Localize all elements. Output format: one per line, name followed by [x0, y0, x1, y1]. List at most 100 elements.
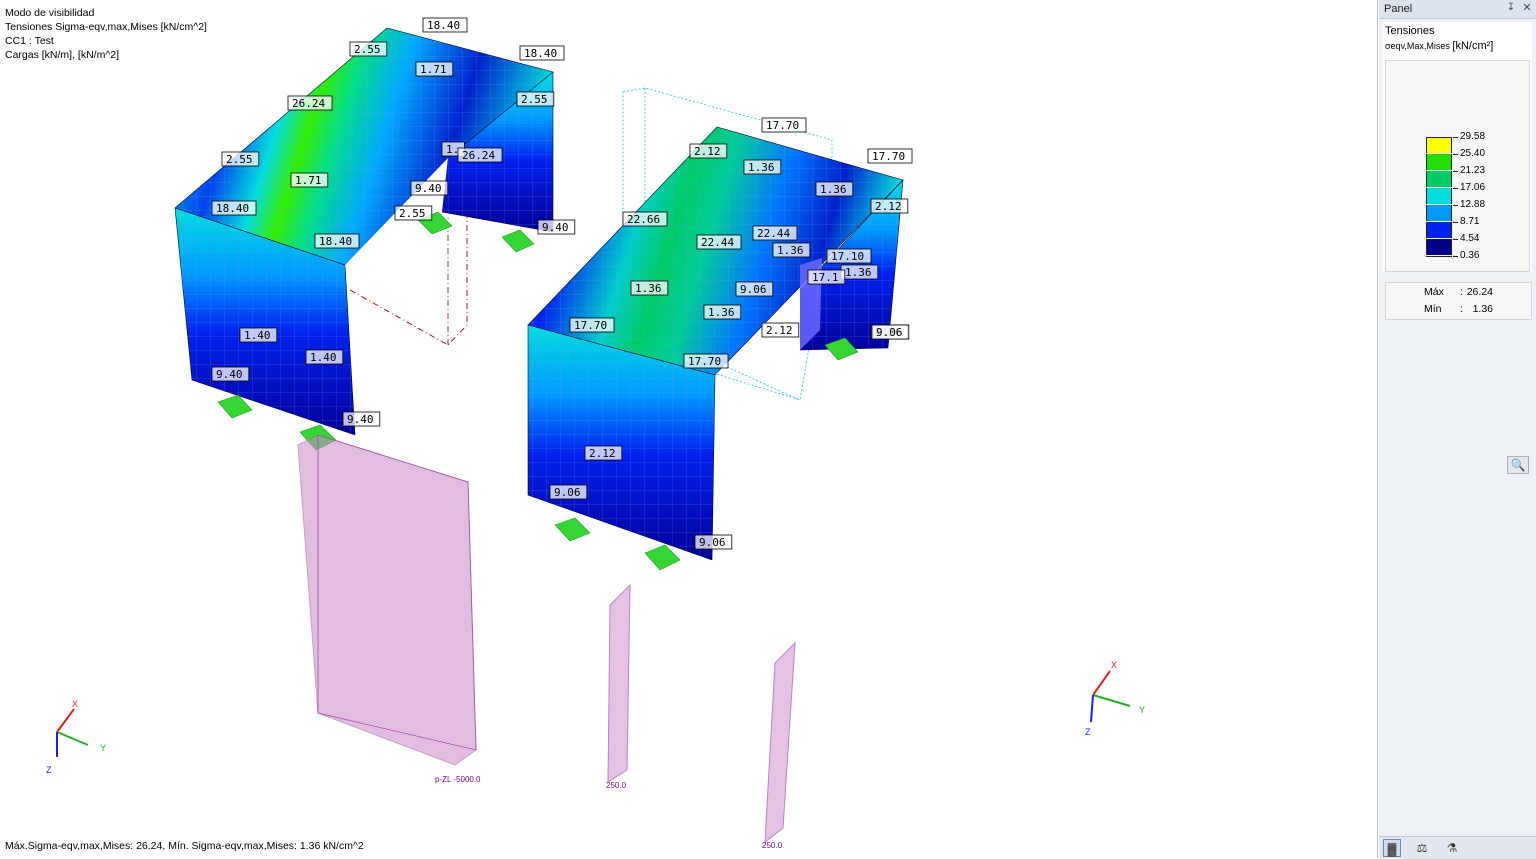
3d-viewport[interactable]: 18.40 18.40 2.55 1.71 2.55 26.24 1. 26.24 2.55 1.… — [0, 0, 1378, 858]
value-label-text: 9.40 — [542, 221, 569, 234]
value-label: 17.70 — [867, 148, 913, 164]
value-label-text: 1.36 — [820, 183, 847, 196]
microscope-icon[interactable]: ⚗ — [1443, 839, 1461, 857]
legend-tick — [1453, 239, 1458, 240]
status-line: Máx.Sigma-eqv,max,Mises: 26.24, Mín. Sig… — [5, 840, 364, 852]
min-colon: : — [1460, 303, 1463, 315]
value-label-text: 9.06 — [740, 283, 767, 296]
value-label: 26.24 — [457, 147, 503, 163]
value-label: 17.70 — [569, 317, 615, 333]
value-label: 2.12 — [761, 322, 800, 338]
info-load-case: CC1 : Test — [5, 35, 54, 47]
close-icon[interactable]: ✕ — [1521, 1, 1533, 14]
value-label-text: 1.36 — [708, 306, 735, 319]
value-label-text: 17.70 — [872, 150, 905, 163]
value-label: 18.40 — [519, 45, 565, 61]
axis-y-label: Y — [100, 743, 106, 753]
quantity-unit: [kN/cm²] — [1452, 40, 1494, 52]
value-label: 1.36 — [815, 181, 854, 197]
legend-swatch — [1426, 222, 1452, 238]
value-label: 17.10 — [826, 248, 872, 264]
value-label-text: 1.36 — [635, 282, 662, 295]
value-label: 22.44 — [696, 234, 742, 250]
info-load-units: Cargas [kN/m], [kN/m^2] — [5, 49, 120, 61]
load-label-line-2: 250.0 — [762, 841, 783, 850]
legend-value: 29.58 — [1460, 131, 1486, 142]
legend-tick — [1453, 222, 1458, 223]
legend-value: 17.06 — [1460, 182, 1486, 193]
value-label: 1.40 — [239, 327, 278, 343]
minmax-box: Máx : 26.24 Mín : 1.36 — [1385, 282, 1532, 320]
value-label: 1.36 — [840, 264, 879, 280]
min-value: 1.36 — [1472, 303, 1493, 315]
legend-tick — [1453, 205, 1458, 206]
axis-x-label: X — [1111, 660, 1117, 670]
max-row: Máx : 26.24 — [1386, 286, 1531, 300]
legend-swatch — [1426, 188, 1452, 204]
balance-icon[interactable]: ⚖ — [1413, 839, 1431, 857]
value-label-text: 17.70 — [688, 355, 721, 368]
value-label: 2.12 — [689, 143, 728, 159]
value-label: 1.40 — [305, 349, 344, 365]
load-labels: p-ZL -5000.0 250.0 250.0 — [435, 775, 783, 850]
zoom-icon[interactable]: 🔍 — [1507, 456, 1529, 474]
legend-value: 0.36 — [1460, 250, 1480, 261]
value-label-text: 1.36 — [777, 244, 804, 257]
legend-value: 8.71 — [1460, 216, 1480, 227]
value-label-text: 9.40 — [415, 182, 442, 195]
pin-icon[interactable]: ↧ — [1505, 2, 1517, 13]
value-label: 1.36 — [772, 242, 811, 258]
value-label: 18.40 — [422, 17, 468, 33]
value-label-text: 22.44 — [701, 236, 734, 249]
value-label: 18.40 — [211, 200, 257, 216]
panel-toolbar: ▓ ⚖ ⚗ — [1379, 836, 1536, 859]
value-label: 22.66 — [622, 211, 668, 227]
value-label: 2.12 — [870, 198, 909, 214]
axis-x-label: X — [72, 699, 78, 709]
axis-triad-left: X Y Z — [46, 699, 106, 775]
value-label-text: 2.12 — [589, 447, 616, 460]
value-label-text: 22.66 — [627, 213, 660, 226]
value-label: 1.36 — [703, 304, 742, 320]
legend-swatch — [1426, 171, 1452, 187]
panel-section-title: Tensiones — [1385, 25, 1435, 37]
value-label-text: 9.06 — [699, 536, 726, 549]
value-label-text: 1.71 — [295, 174, 322, 187]
value-label-text: 9.40 — [216, 368, 243, 381]
legend-swatch — [1426, 205, 1452, 221]
legend-tick — [1453, 137, 1458, 138]
value-label-text: 17.1 — [812, 271, 839, 284]
axis-z-label: Z — [46, 765, 52, 775]
value-label-text: 18.40 — [319, 235, 352, 248]
color-scale-icon[interactable]: ▓ — [1383, 839, 1401, 857]
value-label-text: 1.40 — [310, 351, 337, 364]
value-label: 9.40 — [342, 411, 381, 427]
value-label-text: 18.40 — [524, 47, 557, 60]
value-label-text: 2.12 — [875, 200, 902, 213]
value-label: 26.24 — [287, 95, 333, 111]
value-label: 22.44 — [752, 225, 798, 241]
value-label-text: 26.24 — [462, 149, 495, 162]
support-4 — [501, 229, 535, 253]
value-label-text: 2.55 — [354, 43, 381, 56]
value-label: 9.40 — [211, 366, 250, 382]
legend-swatch — [1426, 154, 1452, 170]
panel-title: Panel — [1384, 3, 1413, 15]
value-label-text: 2.12 — [766, 324, 793, 337]
value-label-text: 1.36 — [748, 161, 775, 174]
legend-tick — [1453, 256, 1458, 257]
value-label: 1.71 — [290, 172, 329, 188]
value-label: 2.55 — [516, 91, 555, 107]
value-label-text: 1.71 — [420, 63, 447, 76]
value-label: 1.71 — [415, 61, 454, 77]
model-scene[interactable]: 18.4018.402.551.712.5526.241. 26.242.551.… — [0, 0, 1377, 858]
value-label: 17.1 — [807, 269, 846, 285]
value-label: 17.70 — [761, 117, 807, 133]
panel-header: Panel ↧ ✕ — [1379, 0, 1536, 19]
legend-value: 25.40 — [1460, 148, 1486, 159]
axis-triad-right: X Y Z — [1085, 660, 1145, 737]
legend-tick — [1453, 171, 1458, 172]
value-label: 2.12 — [584, 445, 623, 461]
info-visibility-mode: Modo de visibilidad — [5, 7, 95, 19]
value-label: 9.06 — [735, 281, 774, 297]
